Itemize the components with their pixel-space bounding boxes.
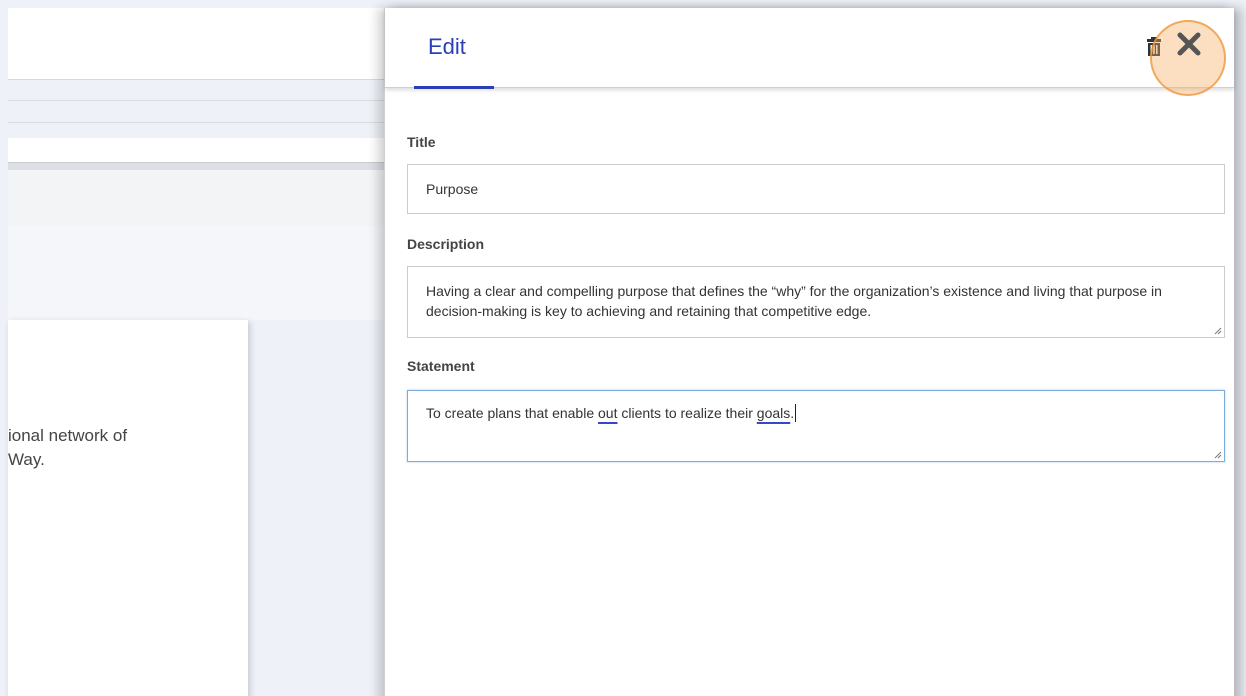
background-card-line: Way. bbox=[8, 450, 45, 469]
title-label: Title bbox=[407, 134, 436, 150]
statement-label: Statement bbox=[407, 358, 475, 374]
statement-text-part: To create plans that enable bbox=[426, 405, 599, 421]
description-text: Having a clear and compelling purpose th… bbox=[426, 283, 1162, 319]
background-card: ional network of Way. bbox=[8, 320, 248, 696]
panel-header: Edit bbox=[385, 8, 1234, 96]
screen: ional network of Way. Edit Title Purpose… bbox=[0, 0, 1246, 696]
background-toolbar bbox=[8, 170, 398, 226]
statement-text: To create plans that enable out clients … bbox=[426, 404, 797, 422]
statement-text-part: clients to realize their bbox=[617, 405, 757, 421]
close-icon bbox=[1177, 32, 1201, 56]
resize-grip-icon[interactable] bbox=[1212, 325, 1222, 335]
background-divider bbox=[8, 122, 398, 123]
tab-edit[interactable]: Edit bbox=[414, 30, 494, 89]
background-card-text: ional network of Way. bbox=[8, 424, 248, 472]
background-divider bbox=[8, 100, 398, 101]
delete-button[interactable] bbox=[1143, 34, 1165, 60]
description-textarea[interactable]: Having a clear and compelling purpose th… bbox=[407, 266, 1225, 338]
spellcheck-flagged-word: out bbox=[598, 405, 618, 421]
title-input[interactable] bbox=[407, 164, 1225, 214]
trash-icon bbox=[1147, 37, 1161, 56]
statement-text-part: . bbox=[790, 405, 795, 421]
text-caret bbox=[795, 404, 797, 422]
background-scroll-track bbox=[8, 162, 398, 170]
close-button[interactable] bbox=[1167, 22, 1211, 66]
background-area bbox=[8, 226, 398, 320]
spellcheck-flagged-word: goals bbox=[756, 405, 791, 421]
background-row bbox=[8, 138, 398, 162]
resize-grip-icon[interactable] bbox=[1212, 449, 1222, 459]
tab-edit-label: Edit bbox=[428, 34, 466, 59]
edit-panel: Edit Title Purpose Description Having a … bbox=[384, 8, 1234, 696]
tab-active-indicator bbox=[414, 86, 494, 89]
background-header bbox=[8, 8, 398, 80]
description-label: Description bbox=[407, 236, 485, 252]
background-card-line: ional network of bbox=[8, 426, 128, 445]
statement-textarea[interactable]: To create plans that enable out clients … bbox=[407, 390, 1225, 462]
